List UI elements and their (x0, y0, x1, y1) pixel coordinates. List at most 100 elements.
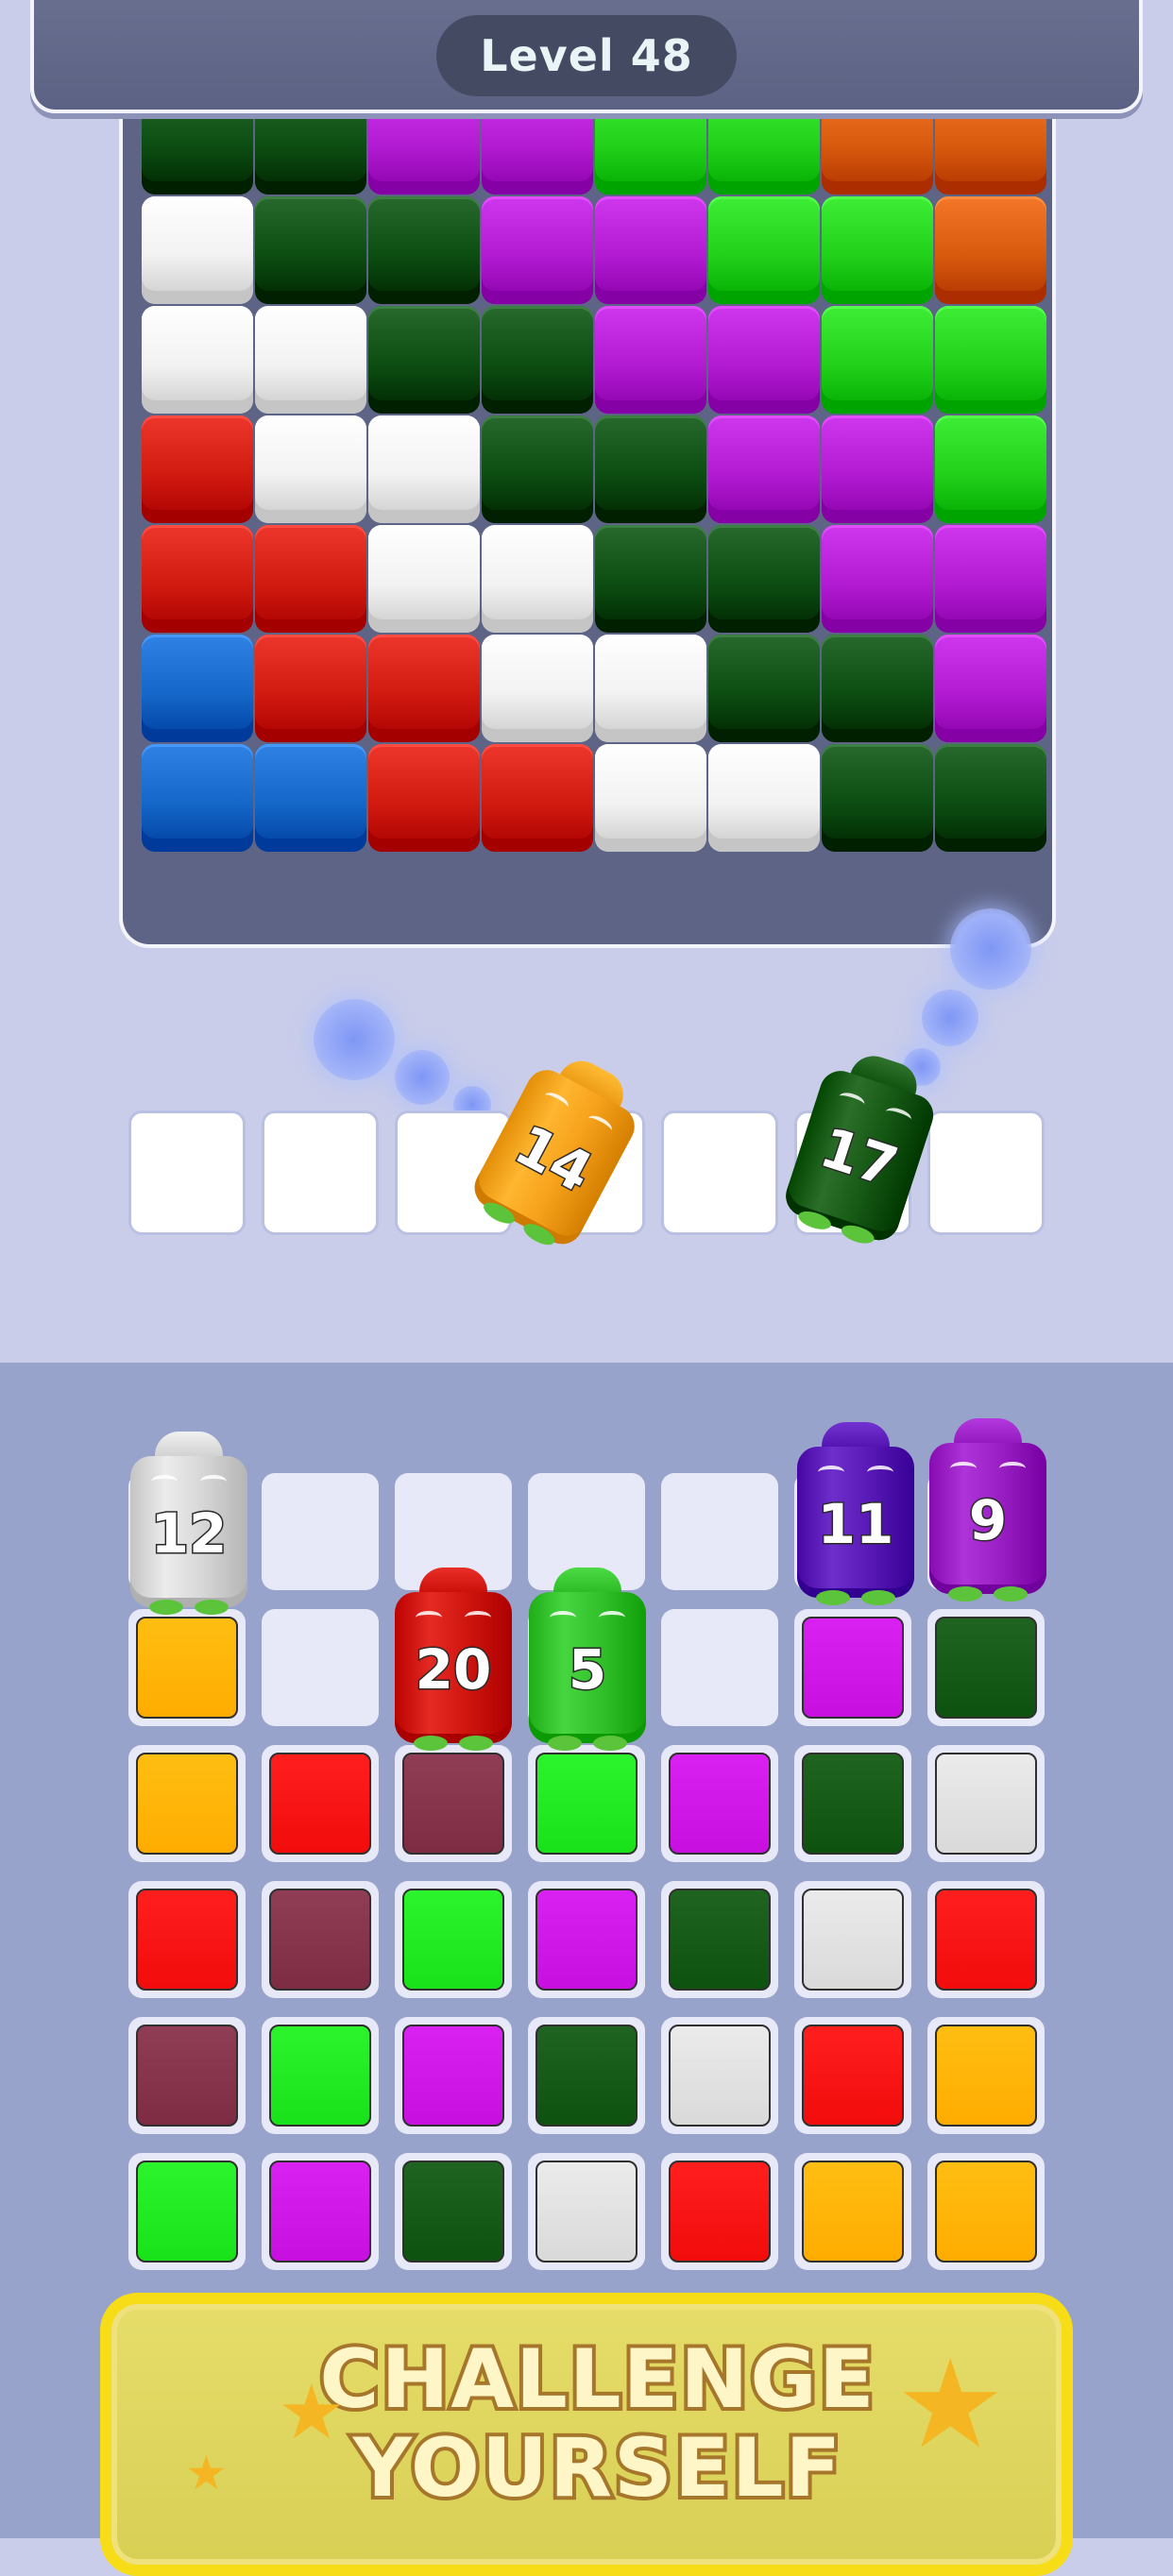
grid-slot[interactable] (262, 1609, 379, 1726)
color-tile (136, 2025, 238, 2127)
board-block (255, 525, 366, 633)
grid-slot[interactable] (794, 2153, 911, 2270)
grid-slot[interactable] (927, 1881, 1045, 1998)
board-block (482, 635, 593, 742)
board-block (822, 196, 933, 304)
board-block (142, 635, 253, 742)
bubble-icon (950, 908, 1031, 990)
grid-slot[interactable] (528, 1881, 645, 1998)
grid-slot[interactable] (262, 2153, 379, 2270)
board-block (255, 196, 366, 304)
grid-slot[interactable] (927, 1745, 1045, 1862)
board-block (142, 744, 253, 852)
grid-slot[interactable] (128, 2017, 246, 2134)
color-tile (802, 1889, 904, 1991)
grid-slot[interactable] (661, 1745, 778, 1862)
board-block (595, 415, 706, 523)
color-tile (669, 1889, 771, 1991)
color-tile (136, 1617, 238, 1719)
grid-slot[interactable] (528, 1745, 645, 1862)
color-tile (269, 2161, 371, 2262)
leaf-feet-icon (548, 1736, 627, 1753)
puzzle-board[interactable] (119, 106, 1056, 948)
color-tile (536, 1889, 638, 1991)
bottle-indigo[interactable]: 11 (797, 1422, 914, 1611)
grid-slot[interactable] (128, 1609, 246, 1726)
board-block (142, 196, 253, 304)
color-tile (935, 1753, 1037, 1855)
grid-slot[interactable] (128, 2153, 246, 2270)
board-block (368, 415, 480, 523)
bottle-count: 20 (414, 1636, 493, 1703)
board-block (822, 306, 933, 414)
board-grid (142, 106, 1048, 908)
board-block (368, 106, 480, 195)
color-tile (802, 1753, 904, 1855)
board-block (482, 106, 593, 195)
bubble-icon (395, 1050, 450, 1105)
board-block (482, 415, 593, 523)
grid-slot[interactable] (661, 1609, 778, 1726)
grid-slot[interactable] (661, 1881, 778, 1998)
board-block (822, 106, 933, 195)
grid-slot[interactable] (128, 1745, 246, 1862)
eyes-icon (151, 1475, 227, 1490)
grid-slot[interactable] (395, 2153, 512, 2270)
board-block (708, 415, 820, 523)
queue-slot (661, 1110, 778, 1235)
grid-slot[interactable] (794, 1881, 911, 1998)
grid-slot[interactable] (395, 1745, 512, 1862)
eyes-icon (416, 1611, 491, 1626)
color-tile (402, 2025, 504, 2127)
grid-slot[interactable] (661, 2017, 778, 2134)
board-block (368, 196, 480, 304)
eyes-icon (950, 1462, 1026, 1477)
board-block (708, 635, 820, 742)
grid-slot[interactable] (528, 2153, 645, 2270)
grid-slot[interactable] (927, 1609, 1045, 1726)
bottle-white[interactable]: 12 (130, 1432, 247, 1620)
color-tile (136, 2161, 238, 2262)
grid-slot[interactable] (794, 1745, 911, 1862)
bottle-green[interactable]: 5 (529, 1568, 646, 1756)
bottle-red[interactable]: 20 (395, 1568, 512, 1756)
star-icon: ★ (278, 2368, 346, 2456)
challenge-banner[interactable]: CHALLENGE YOURSELF ★ ★ ★ (100, 2293, 1073, 2576)
grid-slot[interactable] (794, 1609, 911, 1726)
grid-slot[interactable] (927, 2017, 1045, 2134)
grid-slot[interactable] (528, 2017, 645, 2134)
bottle-purple[interactable]: 9 (929, 1418, 1046, 1607)
grid-slot[interactable] (262, 2017, 379, 2134)
grid-slot[interactable] (794, 2017, 911, 2134)
color-tile (802, 1617, 904, 1719)
grid-slot[interactable] (395, 2017, 512, 2134)
board-block (142, 106, 253, 195)
grid-slot[interactable] (927, 2153, 1045, 2270)
board-block (255, 106, 366, 195)
eyes-icon (818, 1466, 893, 1481)
color-tile (802, 2025, 904, 2127)
grid-slot[interactable] (262, 1745, 379, 1862)
grid-slot[interactable] (262, 1881, 379, 1998)
grid-slot[interactable] (661, 1473, 778, 1590)
color-tile (269, 1753, 371, 1855)
grid-slot[interactable] (262, 1473, 379, 1590)
color-tile (669, 2161, 771, 2262)
board-block (142, 525, 253, 633)
queue-slot (262, 1110, 379, 1235)
board-block (822, 415, 933, 523)
grid-slot[interactable] (395, 1881, 512, 1998)
color-tile (935, 1617, 1037, 1719)
board-block (595, 196, 706, 304)
board-block (935, 106, 1046, 195)
grid-slot[interactable] (661, 2153, 778, 2270)
grid-slot[interactable] (128, 1881, 246, 1998)
star-icon: ★ (185, 2446, 228, 2500)
board-block (368, 306, 480, 414)
board-block (935, 415, 1046, 523)
board-block (935, 744, 1046, 852)
star-icon: ★ (895, 2332, 1006, 2476)
level-label: Level 48 (436, 15, 737, 96)
board-block (595, 106, 706, 195)
queue-slot (927, 1110, 1045, 1235)
